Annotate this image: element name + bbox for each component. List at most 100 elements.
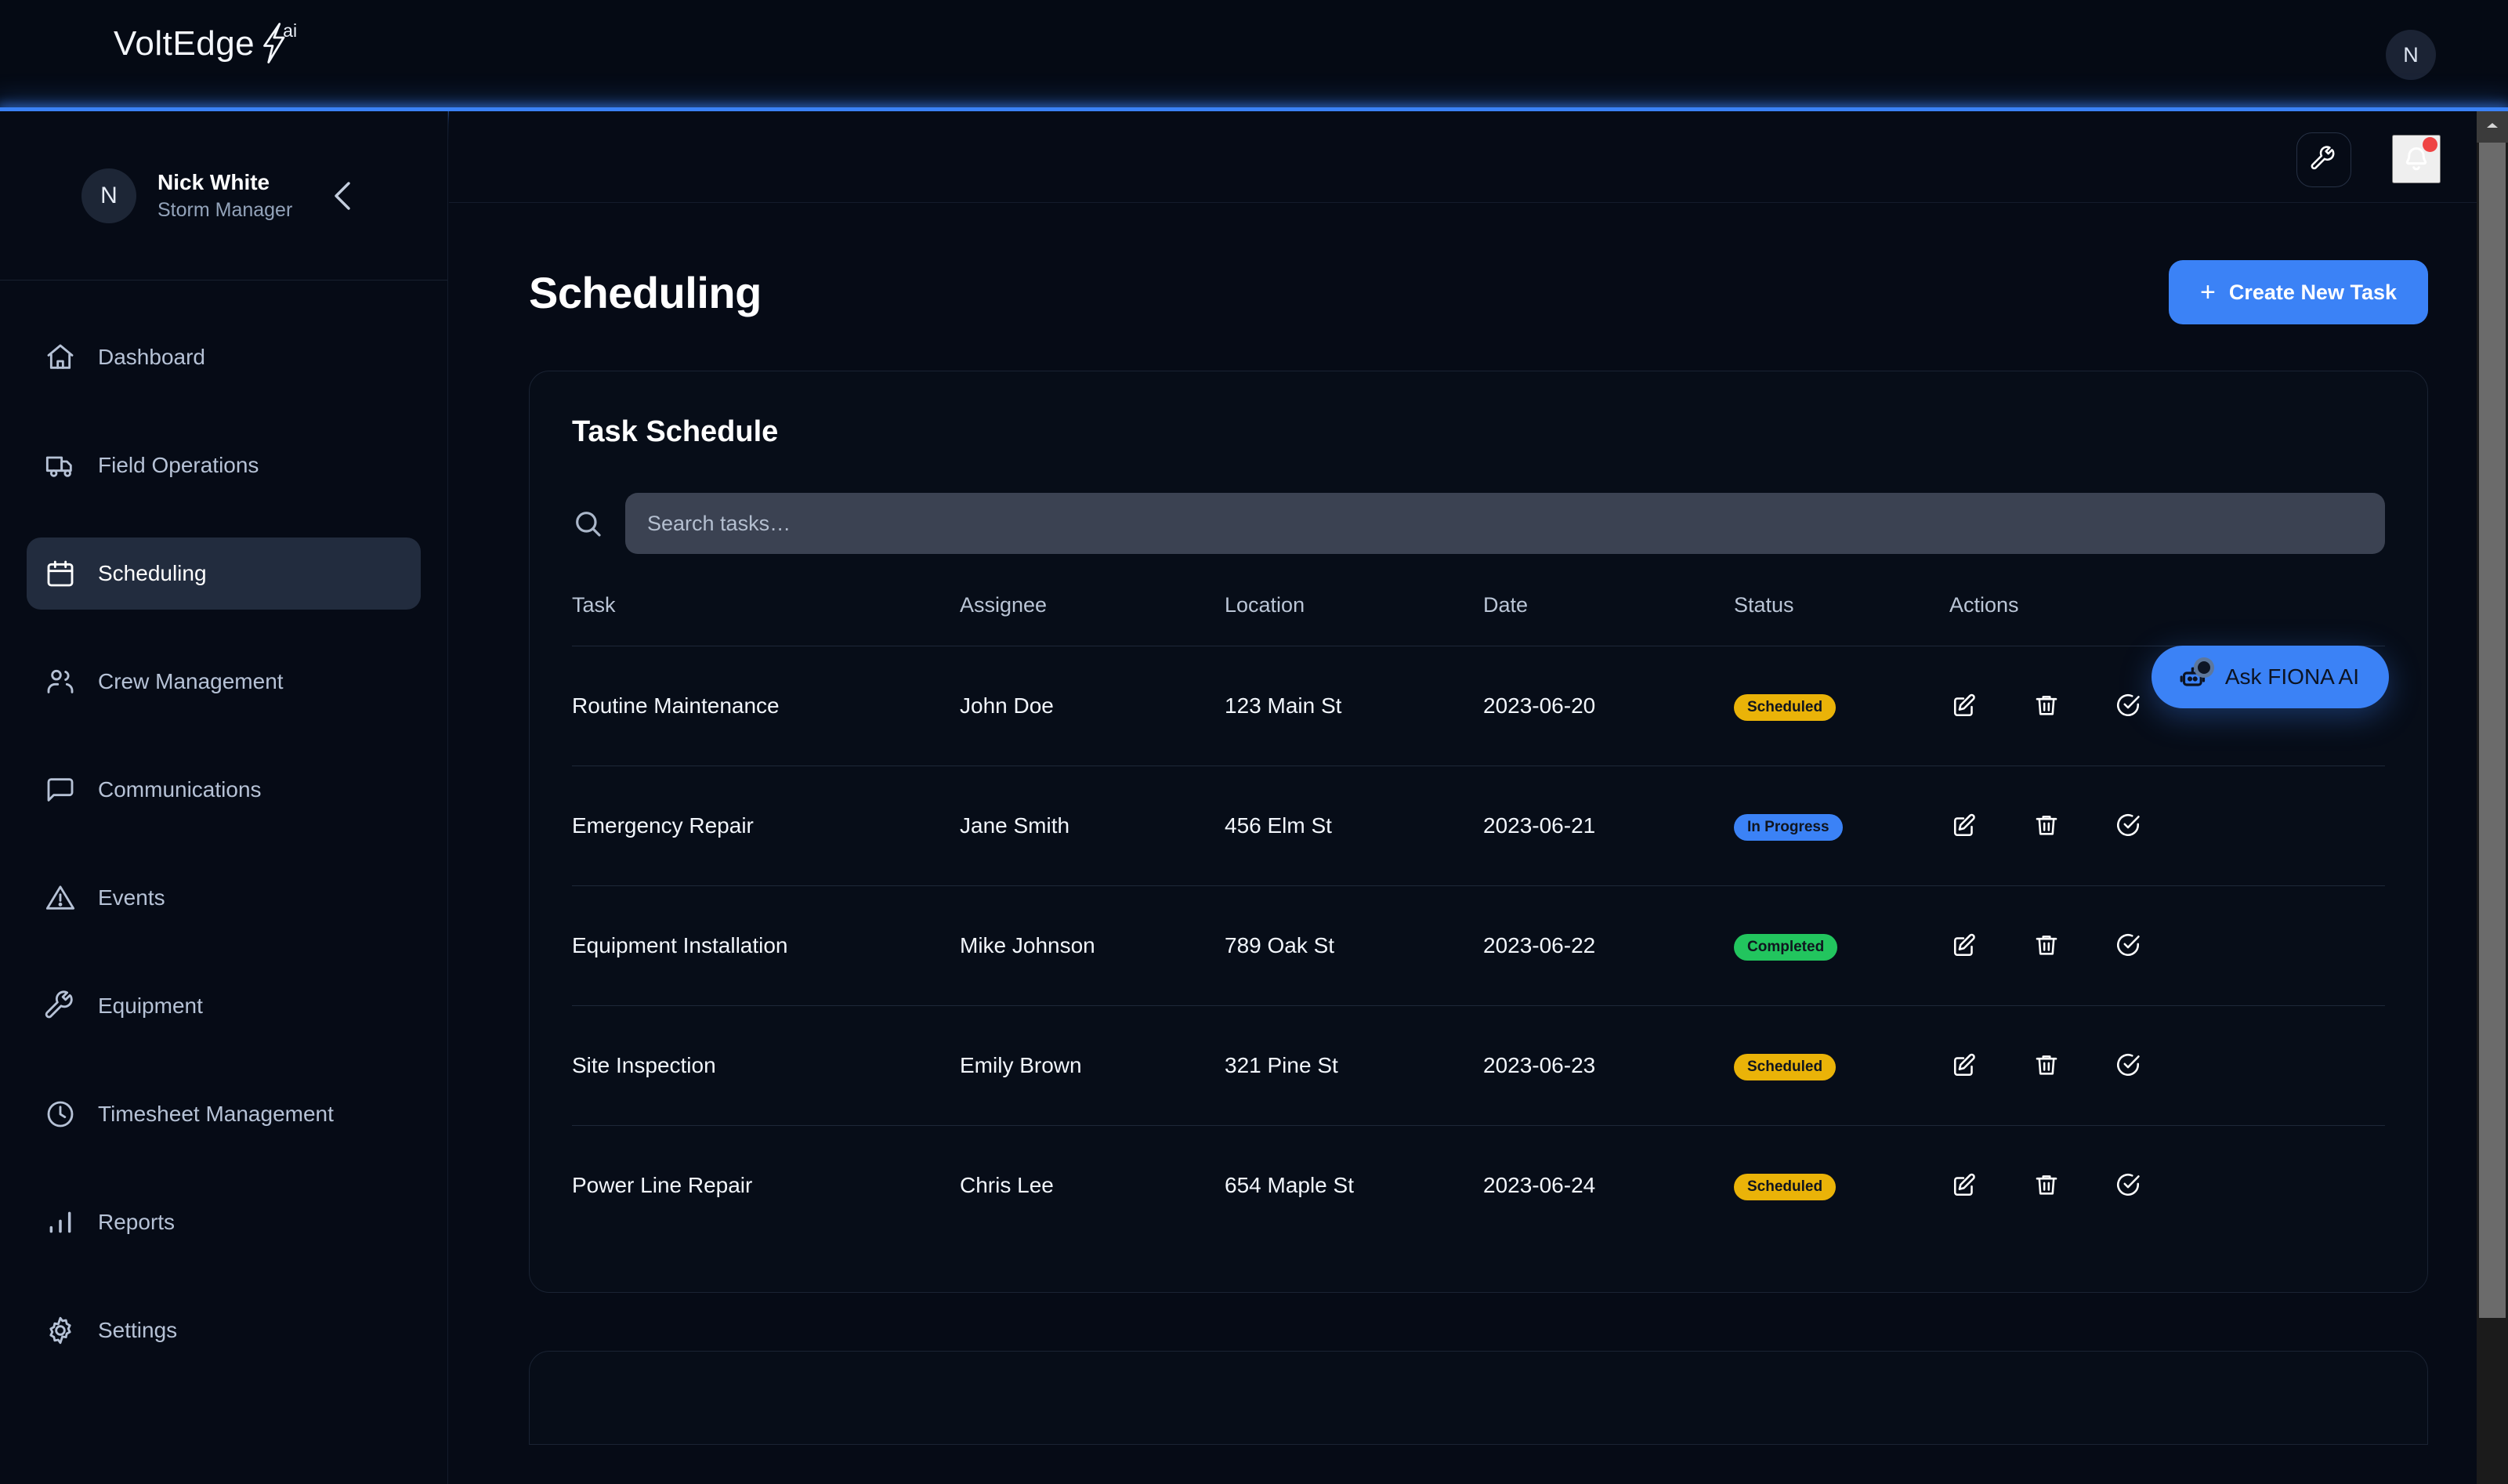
table-body: Routine Maintenance John Doe 123 Main St… (572, 646, 2385, 1246)
sidebar-item-scheduling[interactable]: Scheduling (27, 537, 421, 610)
complete-task-button[interactable] (2112, 690, 2144, 722)
cell-status: Scheduled (1734, 1005, 1949, 1126)
edit-task-button[interactable] (1949, 930, 1981, 961)
table-row[interactable]: Power Line Repair Chris Lee 654 Maple St… (572, 1126, 2385, 1246)
sidebar-item-reports[interactable]: Reports (27, 1186, 421, 1258)
cell-actions (1949, 1126, 2385, 1246)
cell-date: 2023-06-24 (1483, 1173, 1596, 1197)
complete-task-button[interactable] (2112, 1170, 2144, 1201)
sidebar-item-label: Communications (98, 777, 262, 802)
column-header-task[interactable]: Task (572, 593, 960, 646)
check-circle-icon (2115, 692, 2141, 721)
check-circle-icon (2115, 812, 2141, 841)
alert-triangle-icon (42, 880, 78, 916)
app-header: VoltEdge ai N (0, 0, 2508, 110)
cell-actions (1949, 766, 2385, 886)
clock-icon (42, 1096, 78, 1132)
sidebar-item-dashboard[interactable]: Dashboard (27, 321, 421, 393)
bar-chart-icon (42, 1204, 78, 1240)
edit-icon (1952, 692, 1978, 721)
sidebar-item-label: Crew Management (98, 669, 284, 693)
edit-task-button[interactable] (1949, 810, 1981, 842)
sidebar-item-crew-management[interactable]: Crew Management (27, 646, 421, 718)
wrench-icon (2311, 145, 2337, 175)
sidebar-item-label: Timesheet Management (98, 1102, 334, 1126)
table-row[interactable]: Routine Maintenance John Doe 123 Main St… (572, 646, 2385, 766)
delete-task-button[interactable] (2031, 1050, 2062, 1081)
complete-task-button[interactable] (2112, 930, 2144, 961)
complete-task-button[interactable] (2112, 810, 2144, 842)
main-toolbar (449, 111, 2508, 203)
sidebar-item-label: Settings (98, 1318, 178, 1342)
cell-actions (1949, 1005, 2385, 1126)
cell-task: Site Inspection (572, 1005, 960, 1126)
scroll-up-button[interactable] (2477, 111, 2508, 143)
cell-assignee: Emily Brown (960, 1005, 1225, 1126)
column-header-status[interactable]: Status (1734, 593, 1949, 646)
sidebar-item-label: Reports (98, 1210, 176, 1234)
avatar-initial: N (2403, 42, 2419, 67)
complete-task-button[interactable] (2112, 1050, 2144, 1081)
truck-icon (42, 447, 78, 483)
gear-icon (42, 1312, 78, 1348)
delete-task-button[interactable] (2031, 690, 2062, 722)
cell-date: 2023-06-20 (1483, 646, 1734, 766)
row-actions (1949, 930, 2385, 961)
cell-date: 2023-06-21 (1483, 766, 1734, 886)
sidebar-item-settings[interactable]: Settings (27, 1294, 421, 1366)
table-row[interactable]: Site Inspection Emily Brown 321 Pine St … (572, 1005, 2385, 1126)
brand-superscript: ai (283, 20, 298, 41)
table-row[interactable]: Equipment Installation Mike Johnson 789 … (572, 885, 2385, 1006)
sidebar-profile[interactable]: N Nick White Storm Manager (0, 111, 447, 280)
edit-task-button[interactable] (1949, 690, 1981, 722)
cell-task: Power Line Repair (572, 1173, 753, 1197)
sidebar-item-equipment[interactable]: Equipment (27, 970, 421, 1042)
sidebar-item-timesheet-management[interactable]: Timesheet Management (27, 1078, 421, 1150)
cell-status: Scheduled (1734, 646, 1949, 766)
profile-avatar-initial: N (100, 182, 118, 208)
sidebar-item-label: Scheduling (98, 561, 207, 585)
page-scrollbar[interactable] (2477, 111, 2508, 1484)
ask-fiona-ai-button[interactable]: Ask FIONA AI (2151, 646, 2389, 708)
brand-logo[interactable]: VoltEdge ai (114, 20, 297, 68)
tools-button[interactable] (2296, 132, 2351, 187)
column-header-assignee[interactable]: Assignee (960, 593, 1225, 646)
sidebar-item-events[interactable]: Events (27, 862, 421, 934)
task-schedule-table: Task Assignee Location Date Status Actio… (572, 593, 2385, 1245)
brand-name: VoltEdge (114, 24, 255, 63)
chevron-left-icon[interactable] (325, 179, 360, 213)
search-row (572, 493, 2385, 554)
delete-task-button[interactable] (2031, 810, 2062, 842)
message-square-icon (42, 772, 78, 808)
edit-task-button[interactable] (1949, 1170, 1981, 1201)
trash-icon (2033, 692, 2060, 721)
column-header-location[interactable]: Location (1225, 593, 1483, 646)
edit-icon (1952, 1051, 1978, 1080)
search-input[interactable] (625, 493, 2385, 554)
main-area: Scheduling + Create New Task Task Schedu… (449, 111, 2508, 1484)
profile-avatar: N (81, 168, 136, 223)
cell-status: Completed (1734, 885, 1949, 1006)
cell-location: 321 Pine St (1225, 1005, 1483, 1126)
column-header-date[interactable]: Date (1483, 593, 1734, 646)
delete-task-button[interactable] (2031, 930, 2062, 961)
sidebar-item-label: Events (98, 885, 165, 910)
sidebar-item-label: Equipment (98, 994, 203, 1018)
edit-icon (1952, 932, 1978, 961)
sidebar: N Nick White Storm Manager Dashboard Fie… (0, 111, 448, 1484)
wrench-icon (42, 988, 78, 1024)
avatar[interactable]: N (2386, 30, 2436, 80)
edit-task-button[interactable] (1949, 1050, 1981, 1081)
delete-task-button[interactable] (2031, 1170, 2062, 1201)
sidebar-item-communications[interactable]: Communications (27, 754, 421, 826)
scrollbar-thumb[interactable] (2479, 143, 2506, 1318)
create-new-task-button[interactable]: + Create New Task (2169, 260, 2428, 324)
fiona-status-dot (2193, 657, 2214, 678)
notifications-button[interactable] (2392, 135, 2441, 183)
status-badge: Scheduled (1734, 1173, 1837, 1200)
profile-meta: Nick White Storm Manager (157, 168, 292, 223)
trash-icon (2033, 1171, 2060, 1200)
profile-role: Storm Manager (157, 198, 293, 221)
sidebar-item-field-operations[interactable]: Field Operations (27, 429, 421, 501)
table-row[interactable]: Emergency Repair Jane Smith 456 Elm St 2… (572, 766, 2385, 886)
